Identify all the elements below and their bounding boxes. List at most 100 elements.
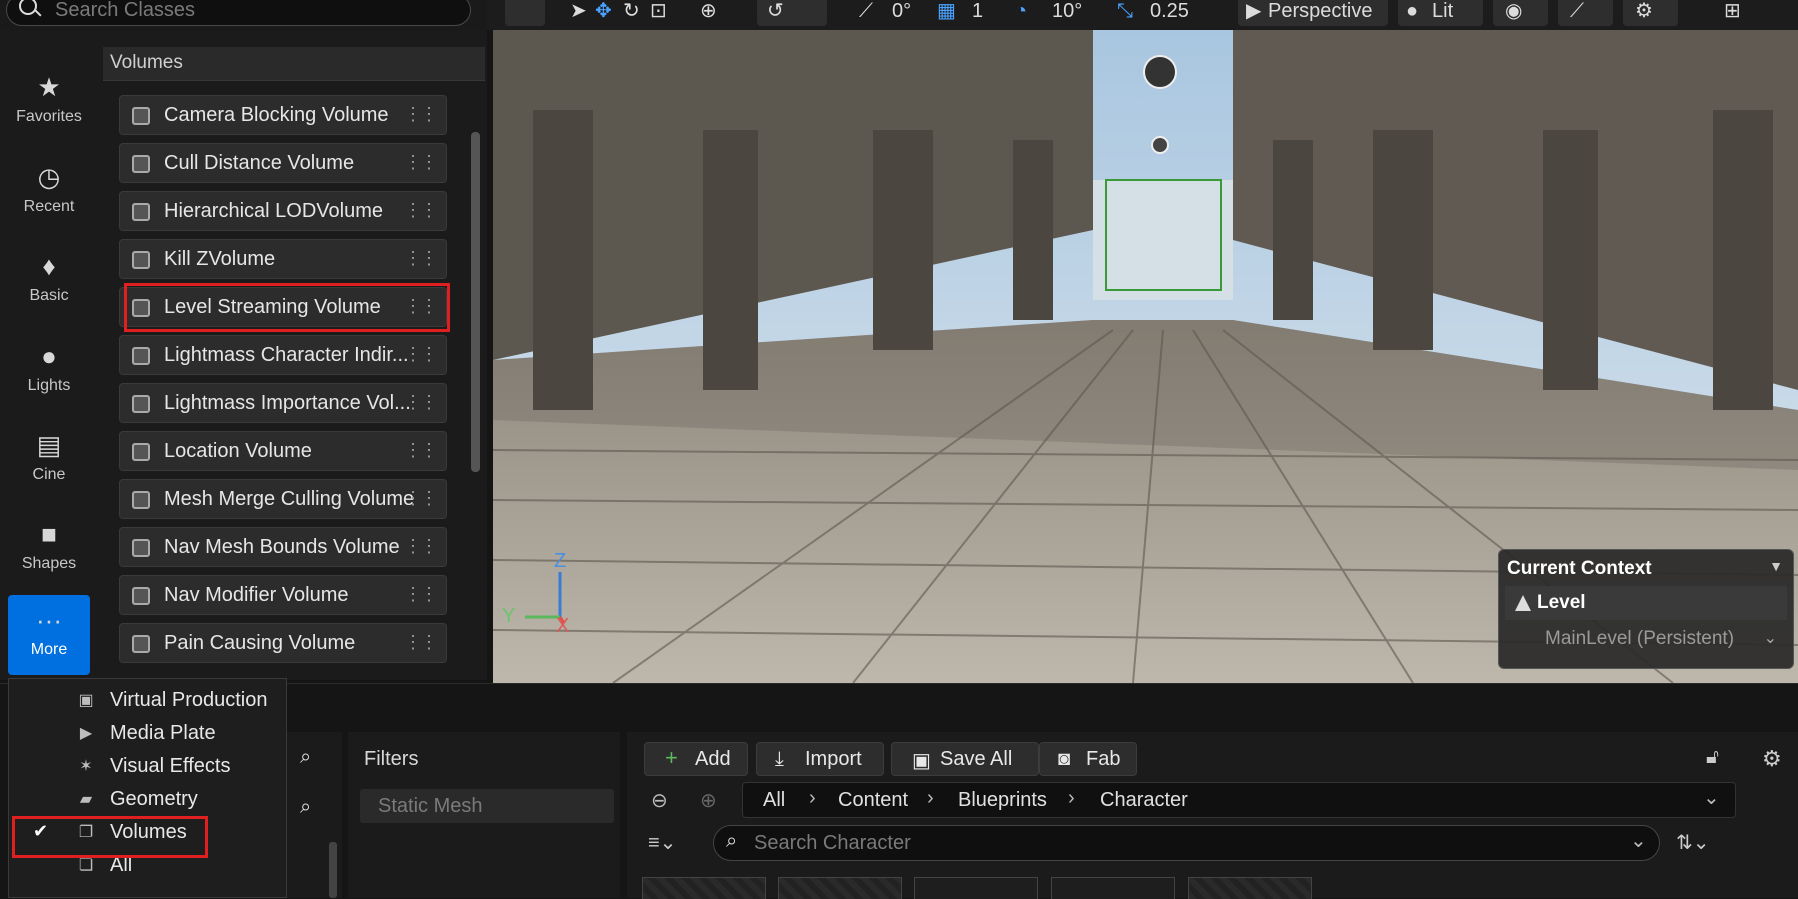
search-classes-input[interactable]: Search Classes (6, 0, 471, 26)
volume-item-location[interactable]: Location Volume ⋮⋮ (119, 431, 447, 471)
drag-grip-icon[interactable]: ⋮⋮ (404, 536, 438, 557)
realtime-dropdown[interactable]: ⟋ (1558, 0, 1613, 26)
add-button[interactable]: + Add (644, 742, 748, 776)
all-icon: ❏ (78, 857, 94, 874)
context-level-row[interactable]: Level (1505, 586, 1787, 620)
category-rail: ★ Favorites ◷ Recent ♦ Basic ● Lights ▤ … (0, 30, 99, 680)
breadcrumb-character[interactable]: Character (1100, 789, 1188, 812)
volume-icon (132, 443, 150, 461)
rail-lights[interactable]: ● Lights (0, 331, 98, 411)
volume-item-cull-distance[interactable]: Cull Distance Volume ⋮⋮ (119, 143, 447, 183)
volume-item-nav-modifier[interactable]: Nav Modifier Volume ⋮⋮ (119, 575, 447, 615)
angle-snap-value[interactable]: 10° (1052, 0, 1082, 26)
rail-favorites[interactable]: ★ Favorites (0, 62, 98, 142)
rail-recent[interactable]: ◷ Recent (0, 152, 98, 232)
search-icon[interactable]: ⌕ (300, 746, 311, 769)
breadcrumb-all[interactable]: All (763, 789, 785, 812)
chevron-down-icon[interactable]: ⌄ (1630, 828, 1647, 853)
asset-thumbnail[interactable] (914, 877, 1038, 899)
collapse-caret-icon[interactable]: ▼ (1769, 558, 1783, 574)
drag-grip-icon[interactable]: ⋮⋮ (404, 152, 438, 173)
breadcrumb-blueprints[interactable]: Blueprints (958, 789, 1047, 812)
breadcrumb-content[interactable]: Content (838, 789, 908, 812)
rail-more[interactable]: ··· More (8, 595, 90, 675)
search-icon (19, 0, 37, 15)
settings-dropdown[interactable]: ⚙ (1623, 0, 1678, 26)
save-icon: ▣ (912, 750, 931, 772)
volume-item-pain-causing[interactable]: Pain Causing Volume ⋮⋮ (119, 623, 447, 663)
lock-icon[interactable]: 🔓︎ (1706, 746, 1719, 769)
volume-item-lightmass-character[interactable]: Lightmass Character Indir... ⋮⋮ (119, 335, 447, 375)
media-plate-icon: ▶ (79, 725, 93, 742)
sources-scrollbar[interactable] (329, 842, 337, 898)
asset-thumbnail[interactable] (642, 877, 766, 899)
menu-item-virtual-production[interactable]: ▣ Virtual Production (9, 685, 286, 717)
volume-item-hierarchical-lod[interactable]: Hierarchical LODVolume ⋮⋮ (119, 191, 447, 231)
select-arrow-icon[interactable]: ➤ (570, 0, 587, 26)
forward-arrow-icon[interactable]: ⊕ (700, 788, 717, 813)
move-tool-icon[interactable]: ✥ (595, 0, 612, 26)
more-categories-menu: ▣ Virtual Production ▶ Media Plate ✶ Vis… (8, 678, 287, 898)
drag-grip-icon[interactable]: ⋮⋮ (404, 200, 438, 221)
menu-item-media-plate[interactable]: ▶ Media Plate (9, 718, 286, 750)
select-mode-button[interactable] (505, 0, 545, 26)
import-icon: ⤓ (775, 748, 784, 770)
settings-gear-icon[interactable]: ⚙ (1762, 746, 1782, 772)
menu-item-visual-effects[interactable]: ✶ Visual Effects (9, 751, 286, 783)
current-context-panel: Current Context ▼ Level MainLevel (Persi… (1498, 549, 1794, 669)
drag-grip-icon[interactable]: ⋮⋮ (404, 488, 438, 509)
volume-item-mesh-merge-culling[interactable]: Mesh Merge Culling Volume ⋮⋮ (119, 479, 447, 519)
volume-item-kill-z[interactable]: Kill ZVolume ⋮⋮ (119, 239, 447, 279)
show-flags-dropdown[interactable]: ◉ (1493, 0, 1548, 26)
clock-icon: ◷ (37, 162, 61, 192)
lighting-mode-dropdown[interactable]: ● Lit (1398, 0, 1483, 26)
rail-cine[interactable]: ▤ Cine (0, 420, 98, 500)
volume-item-camera-blocking[interactable]: Camera Blocking Volume ⋮⋮ (119, 95, 447, 135)
drag-grip-icon[interactable]: ⋮⋮ (404, 440, 438, 461)
volume-item-nav-mesh-bounds[interactable]: Nav Mesh Bounds Volume ⋮⋮ (119, 527, 447, 567)
drag-grip-icon[interactable]: ⋮⋮ (404, 344, 438, 365)
drag-grip-icon[interactable]: ⋮⋮ (404, 104, 438, 125)
chevron-right-icon: › (1068, 787, 1075, 809)
sort-icon[interactable]: ⇅⌄ (1676, 830, 1710, 855)
level-icon (1515, 595, 1531, 611)
chevron-right-icon: › (927, 787, 934, 809)
snap-icon: ↺ (767, 0, 784, 22)
scale-tool-icon[interactable]: ⊡ (650, 0, 667, 26)
asset-thumbnail[interactable] (778, 877, 902, 899)
highlight-level-streaming (124, 283, 450, 332)
filter-icon[interactable]: ≡⌄ (648, 830, 676, 855)
back-arrow-icon[interactable]: ⊖ (651, 788, 668, 813)
rail-shapes[interactable]: ■ Shapes (0, 509, 98, 589)
search-character-input[interactable]: ⌕ Search Character ⌄ (713, 825, 1660, 861)
volumes-scrollbar[interactable] (471, 132, 480, 472)
asset-thumbnail[interactable] (1188, 877, 1312, 899)
drag-grip-icon[interactable]: ⋮⋮ (404, 392, 438, 413)
rotate-tool-icon[interactable]: ↻ (623, 0, 640, 26)
volume-item-lightmass-importance[interactable]: Lightmass Importance Vol... ⋮⋮ (119, 383, 447, 423)
save-all-button[interactable]: ▣ Save All (891, 742, 1039, 776)
view-mode-dropdown[interactable]: ▶ Perspective (1238, 0, 1388, 26)
import-button[interactable]: ⤓ Import (756, 742, 884, 776)
scale-snap-value[interactable]: 0.25 (1150, 0, 1189, 26)
asset-thumbnail[interactable] (1051, 877, 1175, 899)
drag-grip-icon[interactable]: ⋮⋮ (404, 248, 438, 269)
filter-static-mesh[interactable]: Static Mesh (360, 789, 614, 823)
grid-snap-value[interactable]: 1 (972, 0, 983, 26)
menu-item-geometry[interactable]: ▰ Geometry (9, 784, 286, 816)
chevron-down-icon: ⌄ (1763, 630, 1777, 647)
search-icon-2[interactable]: ⌕ (300, 796, 311, 819)
drag-grip-icon[interactable]: ⋮⋮ (404, 584, 438, 605)
world-local-icon[interactable]: ⊕ (700, 0, 717, 26)
rail-basic[interactable]: ♦ Basic (0, 241, 98, 321)
layout-icon[interactable]: ⊞ (1724, 0, 1741, 26)
level-dropdown[interactable]: MainLevel (Persistent) (1545, 628, 1734, 650)
rotation-snap-value[interactable]: 0° (892, 0, 911, 26)
camera-icon: ▶ (1246, 0, 1262, 22)
chevron-down-icon[interactable]: ⌄ (1703, 785, 1720, 810)
fab-button[interactable]: ◙ Fab (1039, 742, 1137, 776)
nav-mesh-icon (132, 539, 150, 557)
virtual-production-icon: ▣ (78, 692, 94, 709)
lightmass-icon (132, 347, 150, 365)
drag-grip-icon[interactable]: ⋮⋮ (404, 632, 438, 653)
